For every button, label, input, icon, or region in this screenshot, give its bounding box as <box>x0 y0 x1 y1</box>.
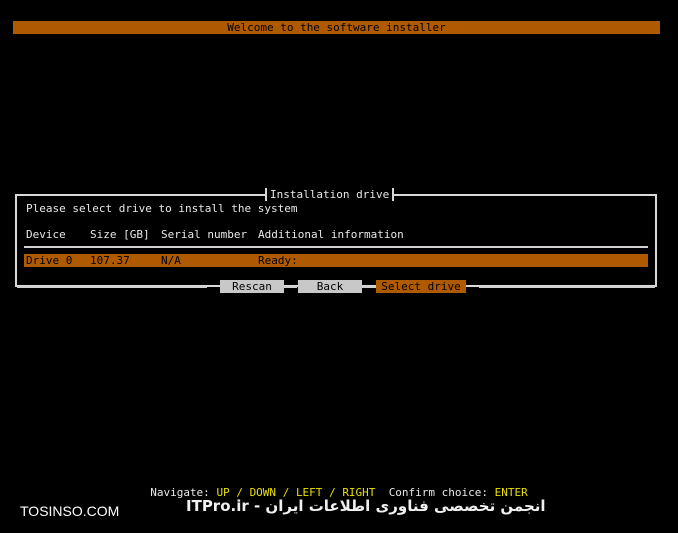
window-title: Welcome to the software installer <box>13 21 660 34</box>
column-header-device: Device <box>26 228 66 241</box>
cell-device: Drive 0 <box>26 254 73 267</box>
cell-size: 107.37 <box>90 254 130 267</box>
dialog-title: Installation drive <box>265 188 395 201</box>
cell-serial: N/A <box>161 254 181 267</box>
back-button[interactable]: Back <box>298 280 362 293</box>
bottom-border-gap2 <box>362 286 376 288</box>
header-separator <box>24 246 648 248</box>
bottom-border-gap1 <box>284 286 297 288</box>
column-header-size: Size [GB] <box>90 228 150 241</box>
column-header-info: Additional information <box>258 228 404 241</box>
cell-info: Ready: <box>258 254 298 267</box>
dialog-prompt: Please select drive to install the syste… <box>26 202 298 215</box>
column-header-serial: Serial number <box>161 228 248 241</box>
bottom-border-left <box>17 286 207 288</box>
bottom-border-right <box>479 286 655 288</box>
select-drive-button[interactable]: Select drive <box>376 280 466 293</box>
rescan-button[interactable]: Rescan <box>220 280 284 293</box>
table-row[interactable]: Drive 0 107.37 N/A Ready: <box>24 254 648 267</box>
watermark-site: TOSINSO.COM <box>20 503 120 519</box>
watermark-itpro: ITPro.ir - انجمن تخصصی فناوری اطلاعات ای… <box>186 497 546 515</box>
